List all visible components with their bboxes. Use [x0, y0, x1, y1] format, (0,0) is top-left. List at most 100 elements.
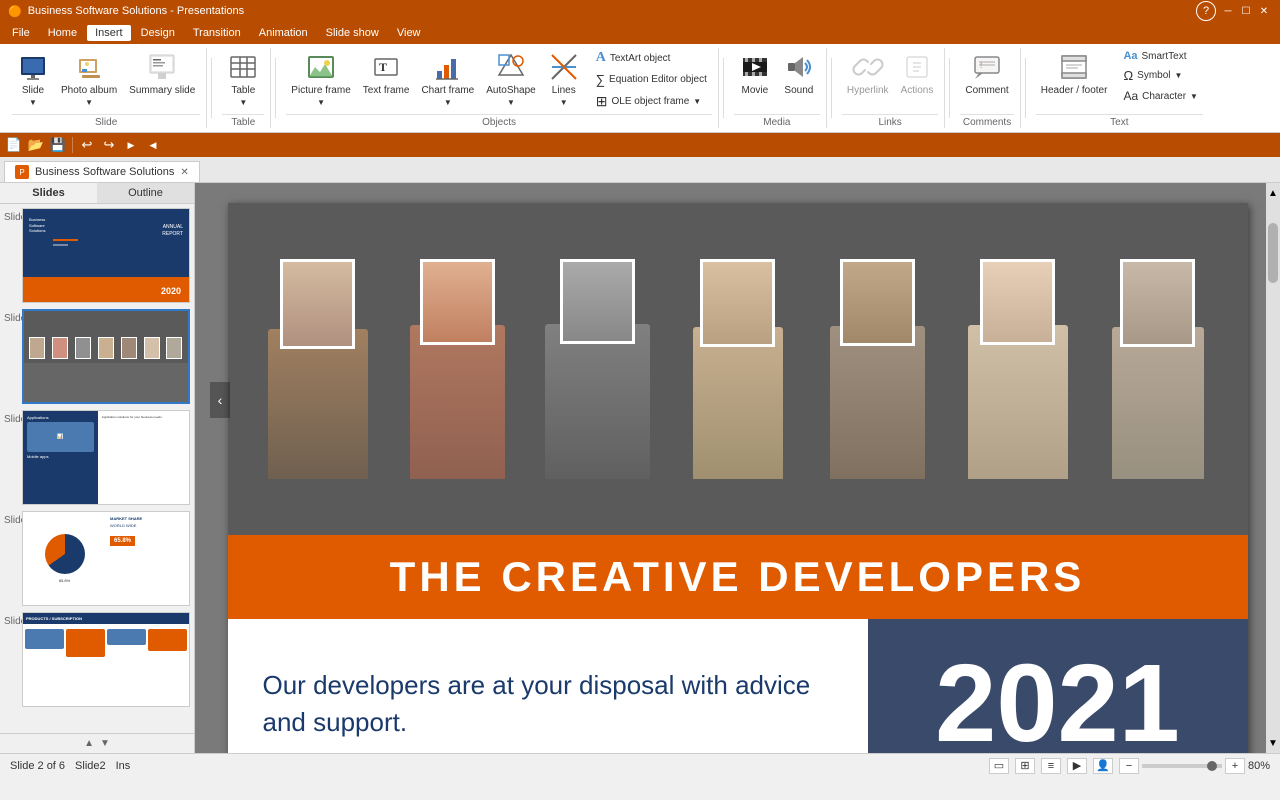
chart-frame-dropdown-arrow: ▼ [444, 98, 452, 107]
canvas-scrollbar[interactable]: ▲ ▼ [1266, 183, 1280, 753]
menu-transition[interactable]: Transition [185, 25, 249, 41]
lines-button[interactable]: Lines ▼ [543, 48, 585, 110]
slide-preview-3[interactable]: Applications 📊 Mobile apps Application s… [22, 410, 190, 505]
outline-view-button[interactable]: ≡ [1041, 758, 1061, 774]
close-button[interactable]: ✕ [1256, 3, 1272, 19]
ribbon-group-table-items: Table ▼ [222, 48, 264, 112]
autoshape-button[interactable]: AutoShape ▼ [481, 48, 541, 110]
divider-2 [275, 58, 276, 118]
menu-design[interactable]: Design [133, 25, 183, 41]
sound-label: Sound [784, 85, 813, 96]
undo-button[interactable]: ↩ [77, 135, 97, 155]
new-button[interactable]: 📄 [4, 135, 24, 155]
picture-frame-icon [305, 51, 337, 83]
textart-label: TextArt object [610, 53, 671, 64]
character-button[interactable]: Aa Character ▼ [1118, 87, 1203, 105]
zoom-slider[interactable] [1142, 764, 1222, 768]
slide-num-2: Slide2 [4, 313, 18, 324]
redo-button[interactable]: ↪ [99, 135, 119, 155]
scroll-up-button[interactable]: ▲ [1266, 183, 1280, 203]
slide-name-status: Slide2 [75, 760, 106, 772]
text-frame-button[interactable]: T Text frame [358, 48, 415, 99]
maximize-button[interactable]: ☐ [1238, 3, 1254, 19]
slide-button[interactable]: Slide ▼ [12, 48, 54, 110]
menu-slideshow[interactable]: Slide show [318, 25, 387, 41]
summary-slide-label: Summary slide [129, 85, 195, 96]
title-bar-text: Business Software Solutions - Presentati… [28, 5, 244, 17]
header-footer-button[interactable]: Header / footer [1036, 48, 1113, 99]
divider-1 [211, 58, 212, 118]
symbol-button[interactable]: Ω Symbol ▼ [1118, 66, 1203, 85]
menu-home[interactable]: Home [40, 25, 85, 41]
slide-thumb-1[interactable]: Slide1 BusinessSoftwareSolutions ANNUALR… [4, 208, 190, 303]
ribbon: Slide ▼ Photo album ▼ Summary slide [0, 44, 1280, 133]
slides-scroll-down[interactable]: ▼ [100, 738, 110, 749]
slide-preview-4[interactable]: 65.8% MARKET SHARE WORLD WIDE 65.8% [22, 511, 190, 606]
outline-tab[interactable]: Outline [97, 183, 194, 203]
minimize-button[interactable]: ─ [1220, 3, 1236, 19]
zoom-in-button[interactable]: + [1225, 758, 1245, 774]
comment-button[interactable]: ! Comment [960, 48, 1013, 99]
chart-frame-label: Chart frame [421, 85, 474, 96]
slides-tab[interactable]: Slides [0, 183, 97, 203]
slideshow-button[interactable]: ▶ [1067, 758, 1087, 774]
hyperlink-button[interactable]: Hyperlink [842, 48, 894, 99]
slide-thumb-3[interactable]: Slide3 Applications 📊 Mobile apps Applic… [4, 410, 190, 505]
ole-button[interactable]: ⊞ OLE object frame ▼ [591, 91, 712, 112]
open-button[interactable]: 📂 [26, 135, 46, 155]
table-button[interactable]: Table ▼ [222, 48, 264, 110]
slide-text-area: Our developers are at your disposal with… [228, 619, 868, 753]
doc-tab-label: Business Software Solutions [35, 166, 174, 178]
smarttext-button[interactable]: Aa SmartText [1118, 48, 1203, 64]
ribbon-group-links: Hyperlink Actions Links [836, 48, 945, 128]
actions-button[interactable]: Actions [896, 48, 939, 99]
header-footer-label: Header / footer [1041, 85, 1108, 96]
doc-tab[interactable]: P Business Software Solutions ✕ [4, 161, 200, 182]
slide-thumb-4[interactable]: Slide4 65.8% MARKET SHARE WORLD WIDE 65.… [4, 511, 190, 606]
photo-album-button[interactable]: Photo album ▼ [56, 48, 122, 110]
qat-arrow[interactable]: ▶ [121, 135, 141, 155]
save-button[interactable]: 💾 [48, 135, 68, 155]
help-button[interactable]: ? [1196, 1, 1216, 21]
autoshape-label: AutoShape [486, 85, 536, 96]
slide-thumb-5[interactable]: Slide5 PRODUCTS / SUBSCRIPTION [4, 612, 190, 707]
slide-sorter-button[interactable]: ⊞ [1015, 758, 1035, 774]
tab-strip: P Business Software Solutions ✕ [0, 157, 1280, 183]
lines-icon [548, 51, 580, 83]
equation-label: Equation Editor object [609, 74, 707, 85]
ribbon-group-comments-items: ! Comment [960, 48, 1013, 112]
divider-3 [723, 58, 724, 118]
slide-prev-arrow[interactable]: ‹ [210, 382, 230, 418]
menu-file[interactable]: File [4, 25, 38, 41]
summary-slide-button[interactable]: Summary slide [124, 48, 200, 99]
slide-thumb-2[interactable]: Slide2 TH [4, 309, 190, 404]
menu-view[interactable]: View [389, 25, 429, 41]
ribbon-group-media-label: Media [734, 114, 820, 128]
slide-preview-2[interactable]: THE CREATIVE DEVELOPERS Our developers a… [22, 309, 190, 404]
menu-insert[interactable]: Insert [87, 25, 131, 41]
equation-button[interactable]: ∑ Equation Editor object [591, 70, 712, 89]
ribbon-group-media: Movie Sound Media [728, 48, 827, 128]
slides-scroll-up[interactable]: ▲ [84, 738, 94, 749]
scroll-down-button[interactable]: ▼ [1266, 733, 1280, 753]
zoom-out-button[interactable]: − [1119, 758, 1139, 774]
held-photo-6 [980, 259, 1055, 345]
scrollbar-thumb[interactable] [1268, 223, 1278, 283]
person-4 [683, 259, 793, 479]
picture-frame-button[interactable]: Picture frame ▼ [286, 48, 355, 110]
sound-button[interactable]: Sound [778, 48, 820, 99]
textart-button[interactable]: A TextArt object [591, 48, 712, 68]
slide-preview-1[interactable]: BusinessSoftwareSolutions ANNUALREPORT 2… [22, 208, 190, 303]
movie-button[interactable]: Movie [734, 48, 776, 99]
insert-mode: Ins [116, 760, 131, 772]
zoom-label: 80% [1248, 760, 1270, 772]
hyperlink-label: Hyperlink [847, 85, 889, 96]
qat-back[interactable]: ◀ [143, 135, 163, 155]
slide-preview-5[interactable]: PRODUCTS / SUBSCRIPTION [22, 612, 190, 707]
chart-frame-button[interactable]: Chart frame ▼ [416, 48, 479, 110]
presenter-button[interactable]: 👤 [1093, 758, 1113, 774]
normal-view-button[interactable]: ▭ [989, 758, 1009, 774]
menu-animation[interactable]: Animation [251, 25, 316, 41]
doc-tab-close[interactable]: ✕ [180, 167, 188, 178]
ribbon-group-text-items: Header / footer Aa SmartText Ω Symbol ▼ … [1036, 48, 1203, 112]
